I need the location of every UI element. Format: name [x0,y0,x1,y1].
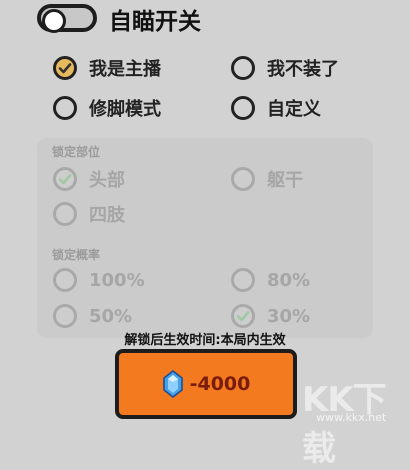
auto-aim-toggle[interactable] [37,4,97,33]
mode-option-pedicure[interactable]: 修脚模式 [53,95,161,121]
radio-icon [231,96,255,120]
option-label: 躯干 [267,170,303,191]
watermark-url: www.kkx.net [316,411,387,424]
checkmark-icon [236,311,250,322]
mode-label: 自定义 [267,99,321,120]
radio-icon [53,304,77,328]
auto-aim-label: 自瞄开关 [109,9,201,35]
option-label: 头部 [89,170,125,191]
option-label: 50% [89,305,133,327]
checkmark-icon [58,174,72,185]
lock-rate-option-30[interactable]: 30% [231,304,310,328]
cost-value: -4000 [189,373,251,395]
lock-rate-option-50[interactable]: 50% [53,304,132,328]
radio-checked-icon [53,167,77,191]
unlock-cost-button[interactable]: -4000 [115,349,297,419]
option-label: 100% [89,269,145,291]
mode-option-streamer[interactable]: 我是主播 [53,55,161,81]
checkmark-icon [58,63,72,74]
radio-icon [231,167,255,191]
lock-part-option-head[interactable]: 头部 [53,166,125,192]
radio-checked-icon [53,56,77,80]
radio-icon [53,268,77,292]
mode-label: 修脚模式 [89,99,161,120]
radio-checked-icon [231,304,255,328]
mode-option-no-pretend[interactable]: 我不装了 [231,55,339,81]
radio-icon [231,56,255,80]
lock-rate-option-80[interactable]: 80% [231,268,310,292]
lock-rate-label: 锁定概率 [52,248,101,262]
mode-label: 我是主播 [89,59,161,80]
radio-icon [53,96,77,120]
lock-part-label: 锁定部位 [52,145,101,159]
lock-rate-option-100[interactable]: 100% [53,268,145,292]
option-label: 80% [267,269,311,291]
option-label: 30% [267,305,311,327]
lock-part-option-limbs[interactable]: 四肢 [53,201,125,227]
mode-label: 我不装了 [267,59,339,80]
mode-option-custom[interactable]: 自定义 [231,95,321,121]
toggle-knob [42,9,66,33]
lock-part-option-torso[interactable]: 躯干 [231,166,303,192]
option-label: 四肢 [89,205,125,226]
radio-icon [231,268,255,292]
unlock-note: 解锁后生效时间:本局内生效 [124,333,286,348]
crystal-gem-icon [162,370,183,398]
radio-icon [53,202,77,226]
